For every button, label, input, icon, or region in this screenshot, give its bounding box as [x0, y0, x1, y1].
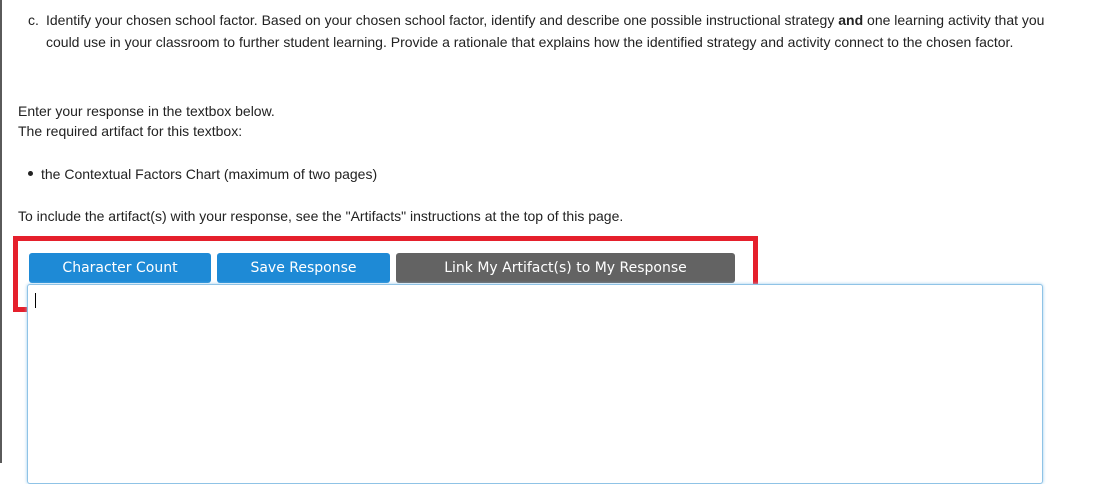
response-textarea[interactable]: [27, 284, 1043, 484]
include-artifacts-instruction: To include the artifact(s) with your res…: [18, 208, 624, 224]
prompt-bold-word: and: [838, 12, 864, 28]
prompt-text-part-1: Identify your chosen school factor. Base…: [46, 12, 835, 28]
response-toolbar: Character Count Save Response Link My Ar…: [29, 253, 735, 283]
artifact-list-item: the Contextual Factors Chart (maximum of…: [28, 165, 377, 183]
required-artifact-label: The required artifact for this textbox:: [18, 123, 243, 139]
enter-response-instruction: Enter your response in the textbox below…: [18, 103, 275, 119]
response-section: c. Identify your chosen school factor. B…: [0, 0, 1093, 484]
prompt-item-c: c. Identify your chosen school factor. B…: [28, 9, 1078, 53]
prompt-marker: c.: [28, 12, 39, 28]
artifact-item-text: the Contextual Factors Chart (maximum of…: [41, 166, 378, 182]
link-artifacts-button[interactable]: Link My Artifact(s) to My Response: [396, 253, 735, 283]
left-border-divider: [0, 0, 2, 463]
save-response-button[interactable]: Save Response: [217, 253, 390, 283]
text-cursor: [35, 293, 36, 308]
bullet-icon: [28, 170, 33, 176]
character-count-button[interactable]: Character Count: [29, 253, 211, 283]
prompt-text: Identify your chosen school factor. Base…: [28, 9, 1078, 53]
